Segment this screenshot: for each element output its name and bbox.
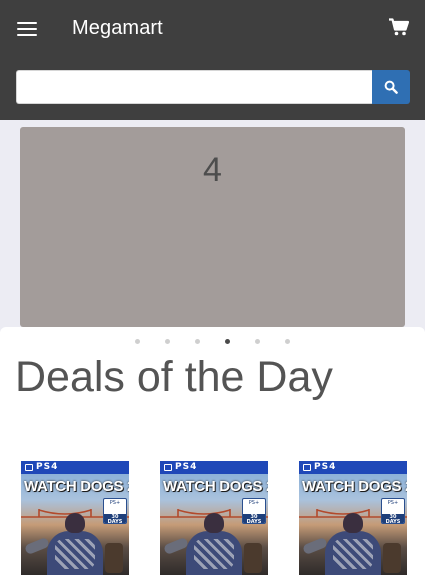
product-cover-image: PS4 WATCH DOGS 2 PS+ 30 DAYS	[21, 461, 129, 575]
platform-band: PS4	[299, 461, 407, 474]
online-badge: PS+ 30 DAYS	[381, 498, 405, 524]
product-card[interactable]: PS4 WATCH DOGS 2 PS+ 30 DAYS	[299, 461, 407, 575]
product-title: WATCH DOGS 2	[302, 478, 407, 495]
carousel-dot-4[interactable]	[225, 339, 230, 344]
playstation-logo-icon	[25, 464, 33, 471]
hamburger-menu-icon[interactable]	[17, 20, 39, 38]
carousel-dot-2[interactable]	[165, 339, 170, 344]
platform-band: PS4	[160, 461, 268, 474]
platform-band: PS4	[21, 461, 129, 474]
carousel-indicators	[0, 339, 425, 345]
carousel-dot-6[interactable]	[285, 339, 290, 344]
carousel-dot-5[interactable]	[255, 339, 260, 344]
search-input[interactable]	[16, 70, 372, 104]
platform-label: PS4	[175, 462, 198, 472]
product-title: WATCH DOGS 2	[24, 478, 129, 495]
product-card[interactable]: PS4 WATCH DOGS 2 PS+ 30 DAYS	[160, 461, 268, 575]
playstation-logo-icon	[303, 464, 311, 471]
platform-label: PS4	[314, 462, 337, 472]
playstation-logo-icon	[164, 464, 172, 471]
carousel-dot-3[interactable]	[195, 339, 200, 344]
app-title: Megamart	[72, 17, 163, 39]
online-badge: PS+ 30 DAYS	[242, 498, 266, 524]
platform-label: PS4	[36, 462, 59, 472]
shopping-cart-icon[interactable]	[389, 18, 411, 38]
online-badge: PS+ 30 DAYS	[103, 498, 127, 524]
product-title: WATCH DOGS 2	[163, 478, 268, 495]
slide-number: 4	[203, 151, 222, 189]
top-app-bar: Megamart	[0, 0, 425, 120]
section-title: Deals of the Day	[15, 353, 333, 401]
product-cover-image: PS4 WATCH DOGS 2 PS+ 30 DAYS	[299, 461, 407, 575]
product-card[interactable]: PS4 WATCH DOGS 2 PS+ 30 DAYS	[21, 461, 129, 575]
search-icon	[384, 80, 398, 94]
search-button[interactable]	[372, 70, 410, 104]
carousel-slide[interactable]: 4	[20, 127, 405, 327]
carousel-dot-1[interactable]	[135, 339, 140, 344]
product-cover-image: PS4 WATCH DOGS 2 PS+ 30 DAYS	[160, 461, 268, 575]
